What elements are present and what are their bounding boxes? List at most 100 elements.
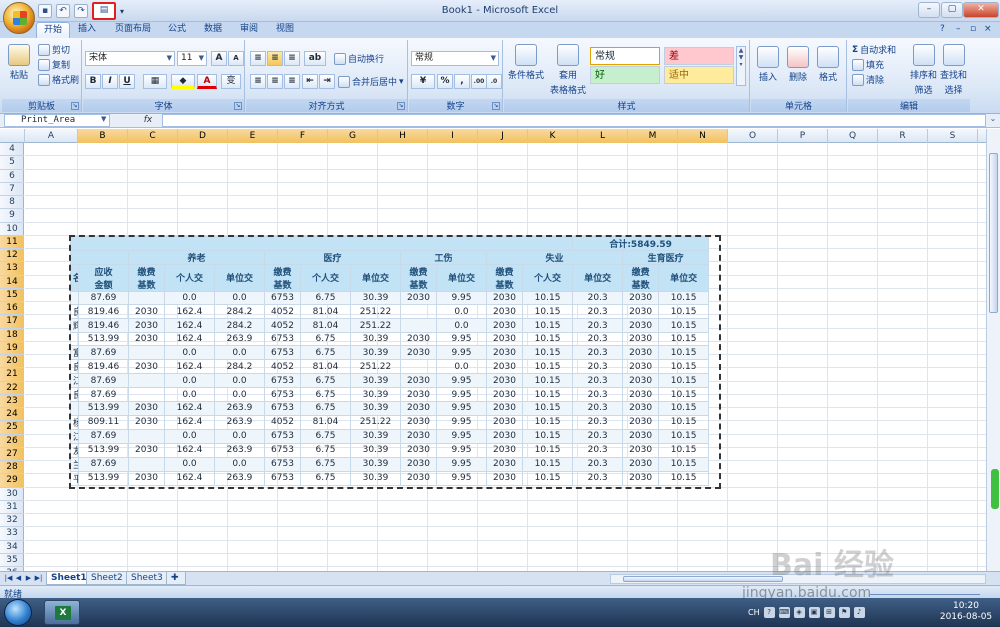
column-label[interactable]: 名 [70, 263, 79, 292]
format-as-table-button[interactable]: 套用 表格格式 [550, 44, 586, 96]
excel-taskbar-button[interactable]: X [44, 600, 80, 625]
name-cell[interactable]: 良 [70, 359, 79, 375]
value-cell[interactable]: 10.15 [658, 428, 710, 444]
value-cell[interactable]: 10.15 [658, 414, 710, 430]
value-cell[interactable] [128, 345, 165, 361]
column-header-d[interactable]: D [178, 129, 228, 143]
table-row[interactable]: 江87.690.00.067536.7530.3920309.95203010.… [70, 373, 710, 389]
workbook-minimize-icon[interactable]: – [956, 24, 961, 34]
value-cell[interactable]: 251.22 [350, 318, 401, 334]
value-cell[interactable]: 284.2 [214, 304, 265, 320]
value-cell[interactable]: 0.0 [164, 290, 215, 306]
column-header-o[interactable]: O [728, 129, 778, 143]
row-header-10[interactable]: 10 [0, 223, 24, 236]
name-cell[interactable] [70, 332, 79, 347]
table-row[interactable]: 富87.690.00.067536.7530.3920309.95203010.… [70, 345, 710, 361]
group-header-injury[interactable]: 工伤 [400, 249, 487, 265]
value-cell[interactable]: 251.22 [350, 414, 401, 430]
value-cell[interactable]: 30.39 [350, 456, 401, 472]
value-cell[interactable]: 162.4 [164, 318, 215, 334]
value-cell[interactable]: 2030 [486, 332, 523, 347]
first-sheet-icon[interactable]: |◀ [4, 573, 13, 584]
percent-button[interactable]: % [437, 74, 453, 89]
insurance-table[interactable]: 合计:5849.59养老医疗工伤失业生育医疗名应收金额缴费基数个人交单位交缴费基… [69, 235, 710, 486]
value-cell[interactable]: 10.15 [658, 318, 710, 334]
column-header-q[interactable]: Q [828, 129, 878, 143]
value-cell[interactable]: 0.0 [214, 428, 265, 444]
security-icon[interactable]: ◈ [793, 607, 805, 618]
workbook-restore-icon[interactable]: ▫ [970, 24, 976, 34]
paste-button[interactable]: 粘贴 [8, 44, 30, 81]
table-title-cell[interactable] [69, 235, 574, 251]
styles-scroll-icon[interactable]: ▲ ▼ ▾ [736, 46, 746, 86]
value-cell[interactable]: 87.69 [78, 387, 129, 403]
sheet-tab-2[interactable]: Sheet2 [86, 572, 128, 585]
value-cell[interactable]: 162.4 [164, 401, 215, 416]
value-cell[interactable]: 6753 [264, 290, 301, 306]
total-label[interactable]: 合计:5849.59 [572, 235, 710, 251]
value-cell[interactable]: 10.15 [658, 373, 710, 389]
value-cell[interactable] [128, 387, 165, 403]
value-cell[interactable]: 10.15 [521, 373, 574, 389]
value-cell[interactable]: 20.3 [572, 304, 624, 320]
column-header-e[interactable]: E [228, 129, 278, 143]
group-header-medical[interactable]: 医疗 [264, 249, 401, 265]
value-cell[interactable]: 30.39 [350, 290, 401, 306]
name-cell[interactable]: 富 [70, 345, 79, 361]
group-header-maternity[interactable]: 生育医疗 [622, 249, 710, 265]
value-cell[interactable]: 2030 [400, 428, 437, 444]
column-header-r[interactable]: R [878, 129, 928, 143]
insert-function-button[interactable]: fx [138, 114, 158, 127]
column-label[interactable]: 缴费 基数 [400, 263, 437, 292]
value-cell[interactable]: 9.95 [436, 414, 487, 430]
column-header-p[interactable]: P [778, 129, 828, 143]
workbook-close-icon[interactable]: × [984, 24, 992, 34]
value-cell[interactable]: 30.39 [350, 373, 401, 389]
value-cell[interactable]: 9.95 [436, 442, 487, 458]
value-cell[interactable]: 2030 [400, 414, 437, 430]
value-cell[interactable]: 4052 [264, 318, 301, 334]
value-cell[interactable]: 2030 [622, 428, 660, 444]
value-cell[interactable]: 30.39 [350, 428, 401, 444]
name-cell[interactable]: 良 [70, 387, 79, 403]
value-cell[interactable]: 0.0 [436, 359, 487, 375]
value-cell[interactable]: 20.3 [572, 332, 624, 347]
value-cell[interactable]: 2030 [486, 470, 523, 486]
value-cell[interactable]: 2030 [128, 332, 165, 347]
value-cell[interactable]: 2030 [486, 359, 523, 375]
value-cell[interactable]: 0.0 [164, 373, 215, 389]
name-cell[interactable] [70, 401, 79, 416]
value-cell[interactable]: 6753 [264, 401, 301, 416]
value-cell[interactable]: 819.46 [78, 318, 129, 334]
value-cell[interactable]: 2030 [400, 470, 437, 486]
table-row[interactable]: 87.69 0.0 0.0 6753 6.75 30.39 2030 9.95 2030 10.1… [70, 290, 710, 306]
value-cell[interactable]: 284.2 [214, 359, 265, 375]
value-cell[interactable]: 81.04 [300, 414, 351, 430]
row-header-6[interactable]: 6 [0, 170, 24, 183]
row-header-31[interactable]: 31 [0, 501, 24, 514]
value-cell[interactable]: 10.15 [658, 470, 710, 486]
find-select-button[interactable]: 查找和 选择 [940, 44, 967, 96]
row-header-12[interactable]: 12 [0, 249, 24, 263]
minimize-button[interactable]: – [918, 2, 940, 18]
value-cell[interactable]: 263.9 [214, 442, 265, 458]
style-neutral[interactable]: 适中 [664, 66, 734, 84]
tab-insert[interactable]: 插入 [72, 22, 102, 38]
value-cell[interactable]: 2030 [486, 442, 523, 458]
value-cell[interactable]: 9.95 [436, 332, 487, 347]
row-header-34[interactable]: 34 [0, 541, 24, 554]
name-cell[interactable] [70, 290, 79, 306]
value-cell[interactable]: 0.0 [214, 345, 265, 361]
value-cell[interactable]: 6753 [264, 428, 301, 444]
value-cell[interactable]: 2030 [128, 414, 165, 430]
fill-button[interactable]: 填充 [852, 58, 884, 71]
value-cell[interactable]: 0.0 [164, 345, 215, 361]
value-cell[interactable]: 20.3 [572, 456, 624, 472]
zoom-slider[interactable] [870, 589, 980, 595]
next-sheet-icon[interactable]: ▶ [24, 573, 33, 584]
column-header-c[interactable]: C [128, 129, 178, 143]
row-header-30[interactable]: 30 [0, 488, 24, 501]
row-header-19[interactable]: 19 [0, 341, 24, 355]
currency-icon[interactable]: ¥ [411, 74, 435, 89]
column-label[interactable]: 缴费 基数 [264, 263, 301, 292]
